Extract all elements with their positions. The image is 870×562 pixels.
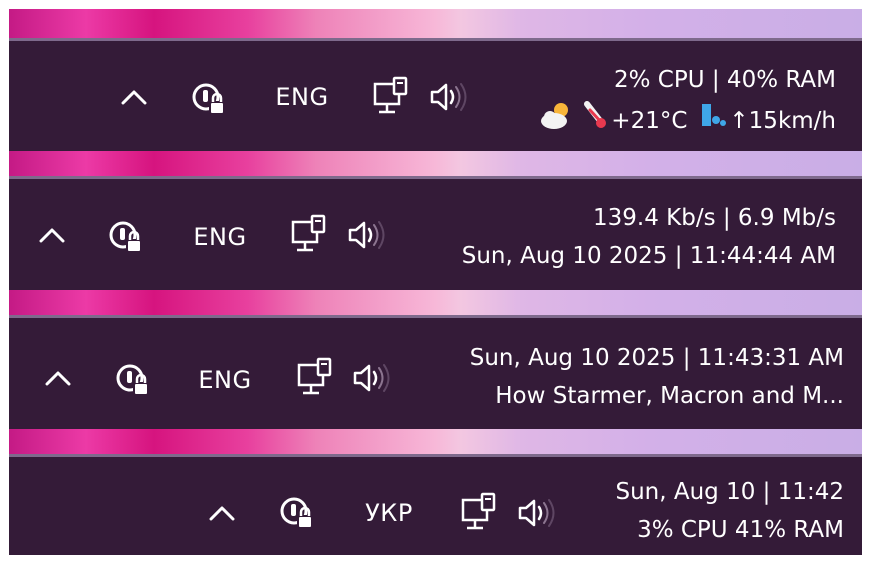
chevron-up-icon — [39, 228, 65, 243]
chevron-up-icon — [209, 506, 235, 521]
system-info-widget[interactable]: 2% CPU | 40% RAM +21°C ↑15km/h — [539, 61, 836, 143]
network-button[interactable] — [459, 491, 501, 535]
cpu-ram-usage: 3% CPU 41% RAM — [637, 517, 844, 543]
vpn-lock-icon — [280, 497, 313, 529]
network-icon — [291, 214, 326, 252]
wallpaper-strip — [9, 9, 862, 41]
language-indicator[interactable]: ENG — [267, 77, 337, 117]
partly-cloudy-icon — [539, 99, 575, 143]
taskbar-tray-2: ENG 139.4 Kb/s | 6.9 Mb/s Sun, Aug 10 20… — [9, 179, 862, 290]
vpn-lock-icon — [109, 221, 142, 253]
system-info-widget[interactable]: Sun, Aug 10 2025 | 11:43:31 AM How Starm… — [470, 339, 844, 415]
network-button[interactable] — [295, 356, 337, 400]
chevron-up-icon — [121, 90, 147, 105]
speaker-icon — [353, 364, 390, 392]
speaker-icon — [430, 83, 467, 111]
vpn-status-button[interactable] — [189, 79, 229, 119]
vpn-lock-icon — [116, 364, 149, 396]
speaker-icon — [348, 221, 385, 249]
taskbar-tray-1: ENG 2% CPU | 40% RAM +21°C ↑15km/h — [9, 41, 862, 151]
language-indicator[interactable]: УКР — [354, 493, 424, 533]
language-indicator[interactable]: ENG — [190, 360, 260, 400]
network-icon — [461, 492, 496, 530]
show-hidden-icons-button[interactable] — [116, 79, 152, 115]
date-time: Sun, Aug 10 | 11:42 — [615, 479, 844, 505]
vpn-status-button[interactable] — [277, 493, 317, 533]
weather-line: +21°C ↑15km/h — [539, 99, 836, 143]
system-info-widget[interactable]: Sun, Aug 10 | 11:42 3% CPU 41% RAM — [615, 473, 844, 549]
speaker-icon — [518, 499, 555, 527]
wind-icon — [699, 101, 727, 141]
temperature-text: +21°C — [611, 108, 688, 134]
network-speed: 139.4 Kb/s | 6.9 Mb/s — [592, 205, 836, 231]
screenshot-frame: ENG 2% CPU | 40% RAM +21°C ↑15km/h ENG 1… — [9, 9, 862, 555]
cpu-ram-usage: 2% CPU | 40% RAM — [614, 67, 836, 93]
system-info-widget[interactable]: 139.4 Kb/s | 6.9 Mb/s Sun, Aug 10 2025 |… — [462, 199, 836, 275]
vpn-lock-icon — [192, 83, 225, 115]
wallpaper-strip — [9, 290, 862, 318]
network-button[interactable] — [289, 213, 331, 257]
show-hidden-icons-button[interactable] — [34, 217, 70, 253]
network-icon — [297, 357, 332, 395]
wind-speed-text: ↑15km/h — [729, 108, 836, 134]
volume-button[interactable] — [350, 360, 394, 396]
chevron-up-icon — [45, 371, 71, 386]
show-hidden-icons-button[interactable] — [40, 360, 76, 396]
network-icon — [373, 76, 408, 114]
language-indicator[interactable]: ENG — [185, 217, 255, 257]
taskbar-tray-4: УКР Sun, Aug 10 | 11:42 3% CPU 41% RAM — [9, 457, 862, 555]
volume-button[interactable] — [515, 495, 559, 531]
vpn-status-button[interactable] — [106, 217, 146, 257]
network-button[interactable] — [371, 75, 413, 119]
show-hidden-icons-button[interactable] — [204, 495, 240, 531]
wallpaper-strip — [9, 151, 862, 179]
volume-button[interactable] — [345, 217, 389, 253]
date-time: Sun, Aug 10 2025 | 11:44:44 AM — [461, 243, 836, 269]
thermometer-icon — [581, 100, 609, 142]
news-headline[interactable]: How Starmer, Macron and M... — [470, 377, 844, 415]
vpn-status-button[interactable] — [113, 360, 153, 400]
date-time: Sun, Aug 10 2025 | 11:43:31 AM — [469, 345, 844, 371]
wallpaper-strip — [9, 429, 862, 457]
taskbar-tray-3: ENG Sun, Aug 10 2025 | 11:43:31 AM How S… — [9, 318, 862, 429]
volume-button[interactable] — [427, 79, 471, 115]
